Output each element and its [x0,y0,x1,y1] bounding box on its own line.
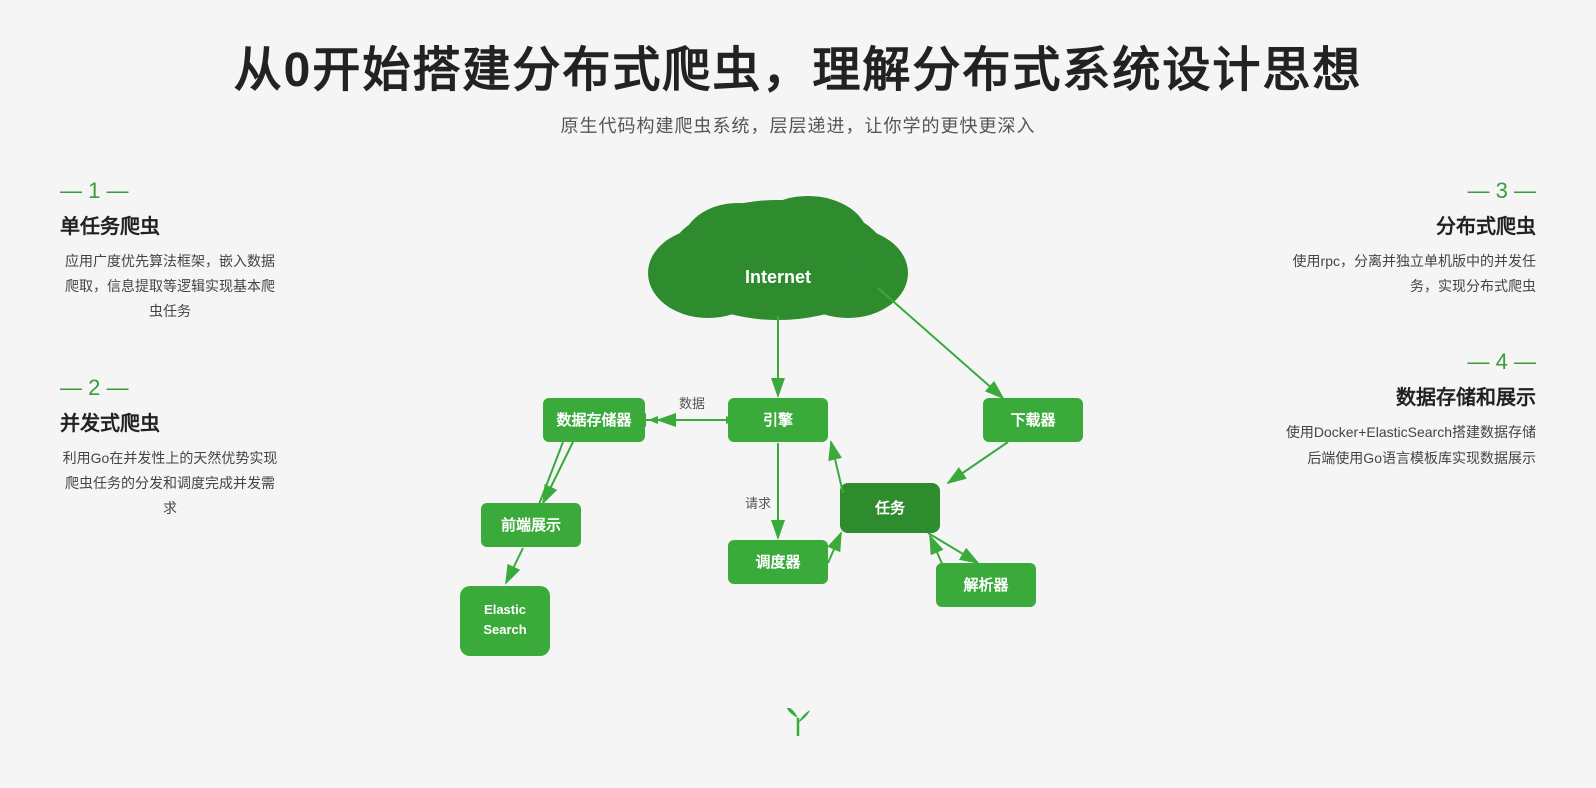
internet-label: Internet [745,267,811,287]
section-3-number: 3 [1276,178,1536,204]
engine-node: 引擎 [728,398,828,442]
storage-label: 数据存储器 [556,411,632,429]
elastic-label-1: Elastic [484,602,526,617]
section-3-desc: 使用rpc，分离并独立单机版中的并发任务，实现分布式爬虫 [1276,249,1536,299]
bottom-icon [0,708,1596,746]
parser-label: 解析器 [963,576,1009,594]
task-label: 任务 [874,499,906,517]
section-1-title: 单任务爬虫 [60,210,280,239]
task-node: 任务 [840,483,940,533]
page-container: 从0开始搭建分布式爬虫，理解分布式系统设计思想 原生代码构建爬虫系统，层层递进，… [0,0,1596,788]
storage-node: 数据存储器 [543,398,645,442]
elastic-node: Elastic Search [460,586,550,656]
scheduler-node: 调度器 [728,540,828,584]
arrow-left-head [648,416,658,424]
engine-label: 引擎 [763,411,793,429]
section-1-desc: 应用广度优先算法框架，嵌入数据爬取，信息提取等逻辑实现基本爬虫任务 [60,249,280,325]
section-2-desc: 利用Go在并发性上的天然优势实现爬虫任务的分发和调度完成并发需求 [60,446,280,522]
downloader-label: 下载器 [1010,411,1056,429]
architecture-diagram: Internet 引擎 数据 [388,178,1168,698]
frontend-label: 前端展示 [501,516,561,534]
elastic-label-2: Search [483,622,526,637]
center-diagram: Internet 引擎 数据 [280,178,1276,698]
downloader-node: 下载器 [983,398,1083,442]
header: 从0开始搭建分布式爬虫，理解分布式系统设计思想 原生代码构建爬虫系统，层层递进，… [0,30,1596,138]
section-4-number: 4 [1276,349,1536,375]
sprout-icon [778,708,818,738]
section-2-title: 并发式爬虫 [60,407,280,436]
section-2-block: 2 并发式爬虫 利用Go在并发性上的天然优势实现爬虫任务的分发和调度完成并发需求 [60,375,280,522]
left-panel: 1 单任务爬虫 应用广度优先算法框架，嵌入数据爬取，信息提取等逻辑实现基本爬虫任… [60,178,280,571]
section-3-block: 3 分布式爬虫 使用rpc，分离并独立单机版中的并发任务，实现分布式爬虫 [1276,178,1536,299]
arrow-task-engine [831,442,843,493]
section-1-block: 1 单任务爬虫 应用广度优先算法框架，嵌入数据爬取，信息提取等逻辑实现基本爬虫任… [60,178,280,325]
section-3-title: 分布式爬虫 [1276,210,1536,239]
section-4-title: 数据存储和展示 [1276,381,1536,410]
request-label: 请求 [745,496,771,511]
subtitle: 原生代码构建爬虫系统，层层递进，让你学的更快更深入 [0,112,1596,138]
arrow-storage-frontend [543,442,573,503]
arrow-frontend-elastic [506,548,523,583]
section-4-desc: 使用Docker+ElasticSearch搭建数据存储后端使用Go语言模板库实… [1276,420,1536,470]
arrow-internet-downloader [878,288,1003,398]
scheduler-label: 调度器 [755,553,801,571]
parser-node: 解析器 [936,563,1036,607]
section-2-number: 2 [60,375,280,401]
main-title: 从0开始搭建分布式爬虫，理解分布式系统设计思想 [0,30,1596,100]
content-area: 1 单任务爬虫 应用广度优先算法框架，嵌入数据爬取，信息提取等逻辑实现基本爬虫任… [0,178,1596,698]
section-4-block: 4 数据存储和展示 使用Docker+ElasticSearch搭建数据存储后端… [1276,349,1536,470]
frontend-node: 前端展示 [481,503,581,547]
arrow-downloader-task [948,442,1008,483]
internet-cloud: Internet [648,196,908,320]
arrow-scheduler-task [828,533,841,563]
data-label: 数据 [679,396,705,411]
section-1-number: 1 [60,178,280,204]
right-panel: 3 分布式爬虫 使用rpc，分离并独立单机版中的并发任务，实现分布式爬虫 4 数… [1276,178,1536,521]
